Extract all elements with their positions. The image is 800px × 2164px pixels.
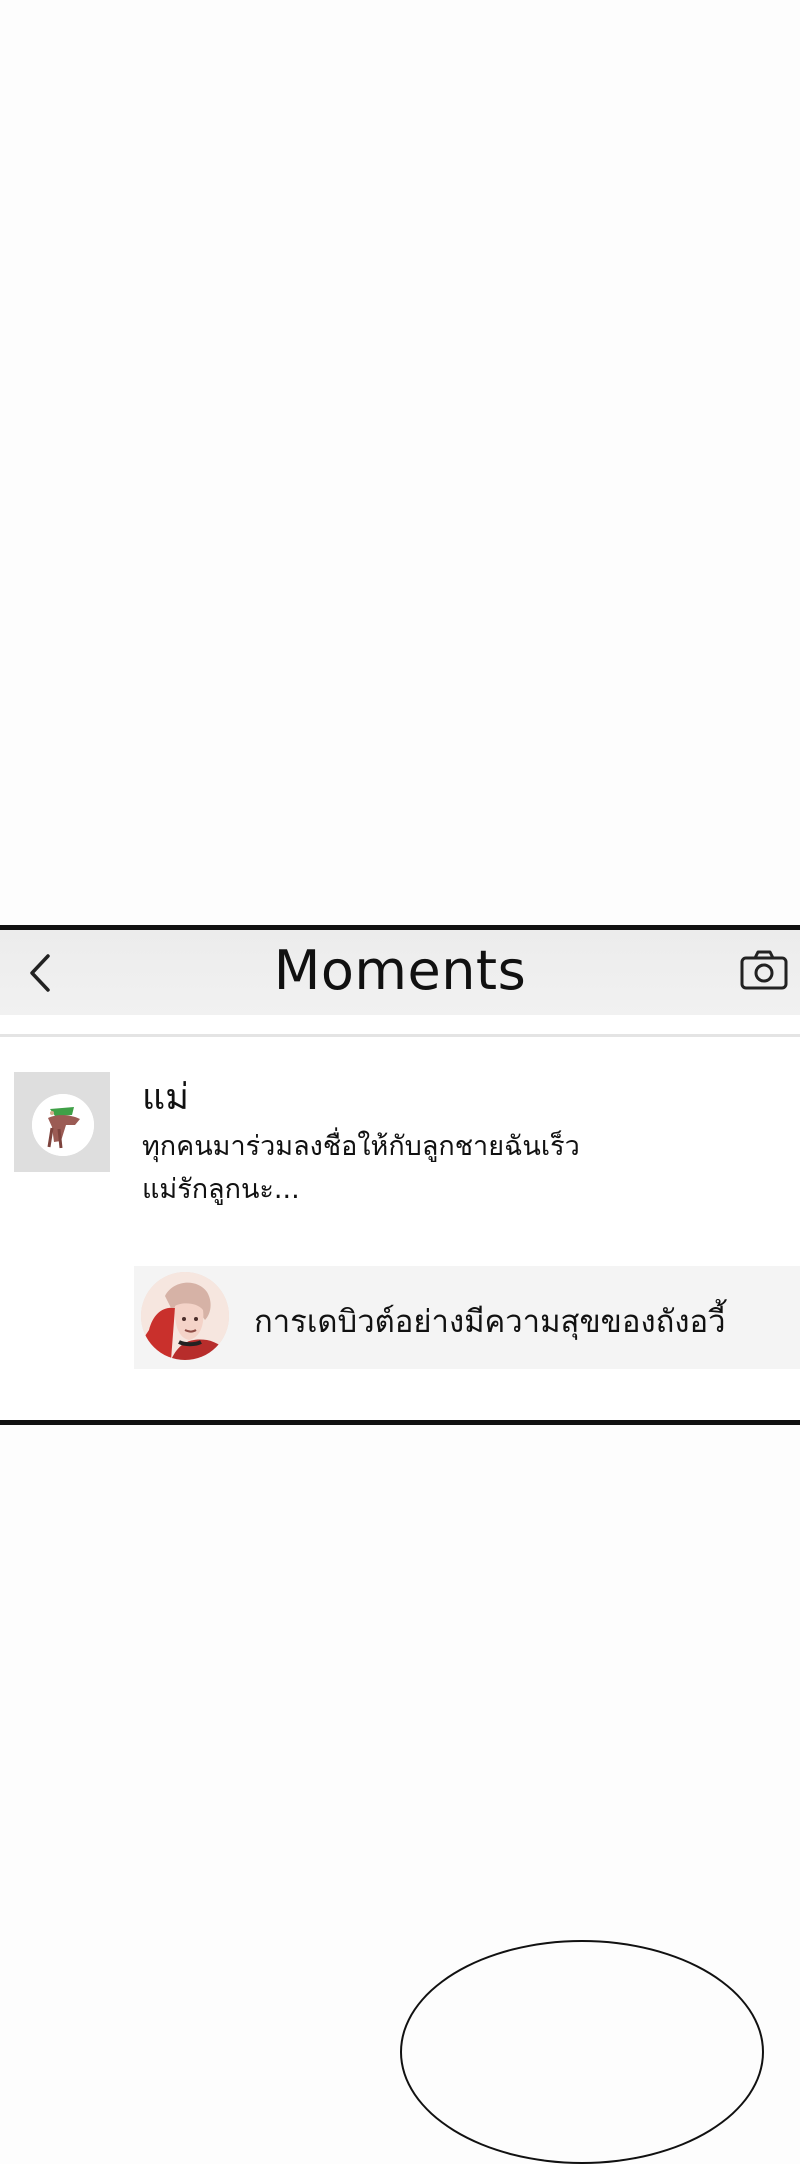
post-text: ทุกคนมาร่วมลงชื่อให้กับลูกชายฉันเร็ว แม่… — [142, 1125, 662, 1211]
speech-bubble — [400, 1940, 764, 2164]
shared-link-card[interactable]: การเดบิวต์อย่างมีความสุขของถังอวี้ — [134, 1266, 800, 1369]
author-avatar[interactable] — [14, 1072, 110, 1172]
moments-screen: Moments แม่ ทุกคนมาร่วมลงชื่อให้กับลูกชา… — [0, 925, 800, 1425]
camera-icon — [740, 950, 788, 990]
header-divider — [0, 1034, 800, 1037]
post-text-line: แม่รักลูกนะ... — [142, 1174, 300, 1205]
camera-button[interactable] — [738, 944, 790, 996]
avatar-image — [32, 1094, 94, 1156]
top-bar: Moments — [0, 930, 800, 1015]
post-text-line: ทุกคนมาร่วมลงชื่อให้กับลูกชายฉันเร็ว — [142, 1131, 580, 1162]
shared-card-title: การเดบิวต์อย่างมีความสุขของถังอวี้ — [254, 1304, 726, 1340]
post-author: แม่ — [142, 1077, 189, 1118]
page-title: Moments — [273, 939, 527, 1002]
shared-card-avatar — [141, 1272, 229, 1360]
